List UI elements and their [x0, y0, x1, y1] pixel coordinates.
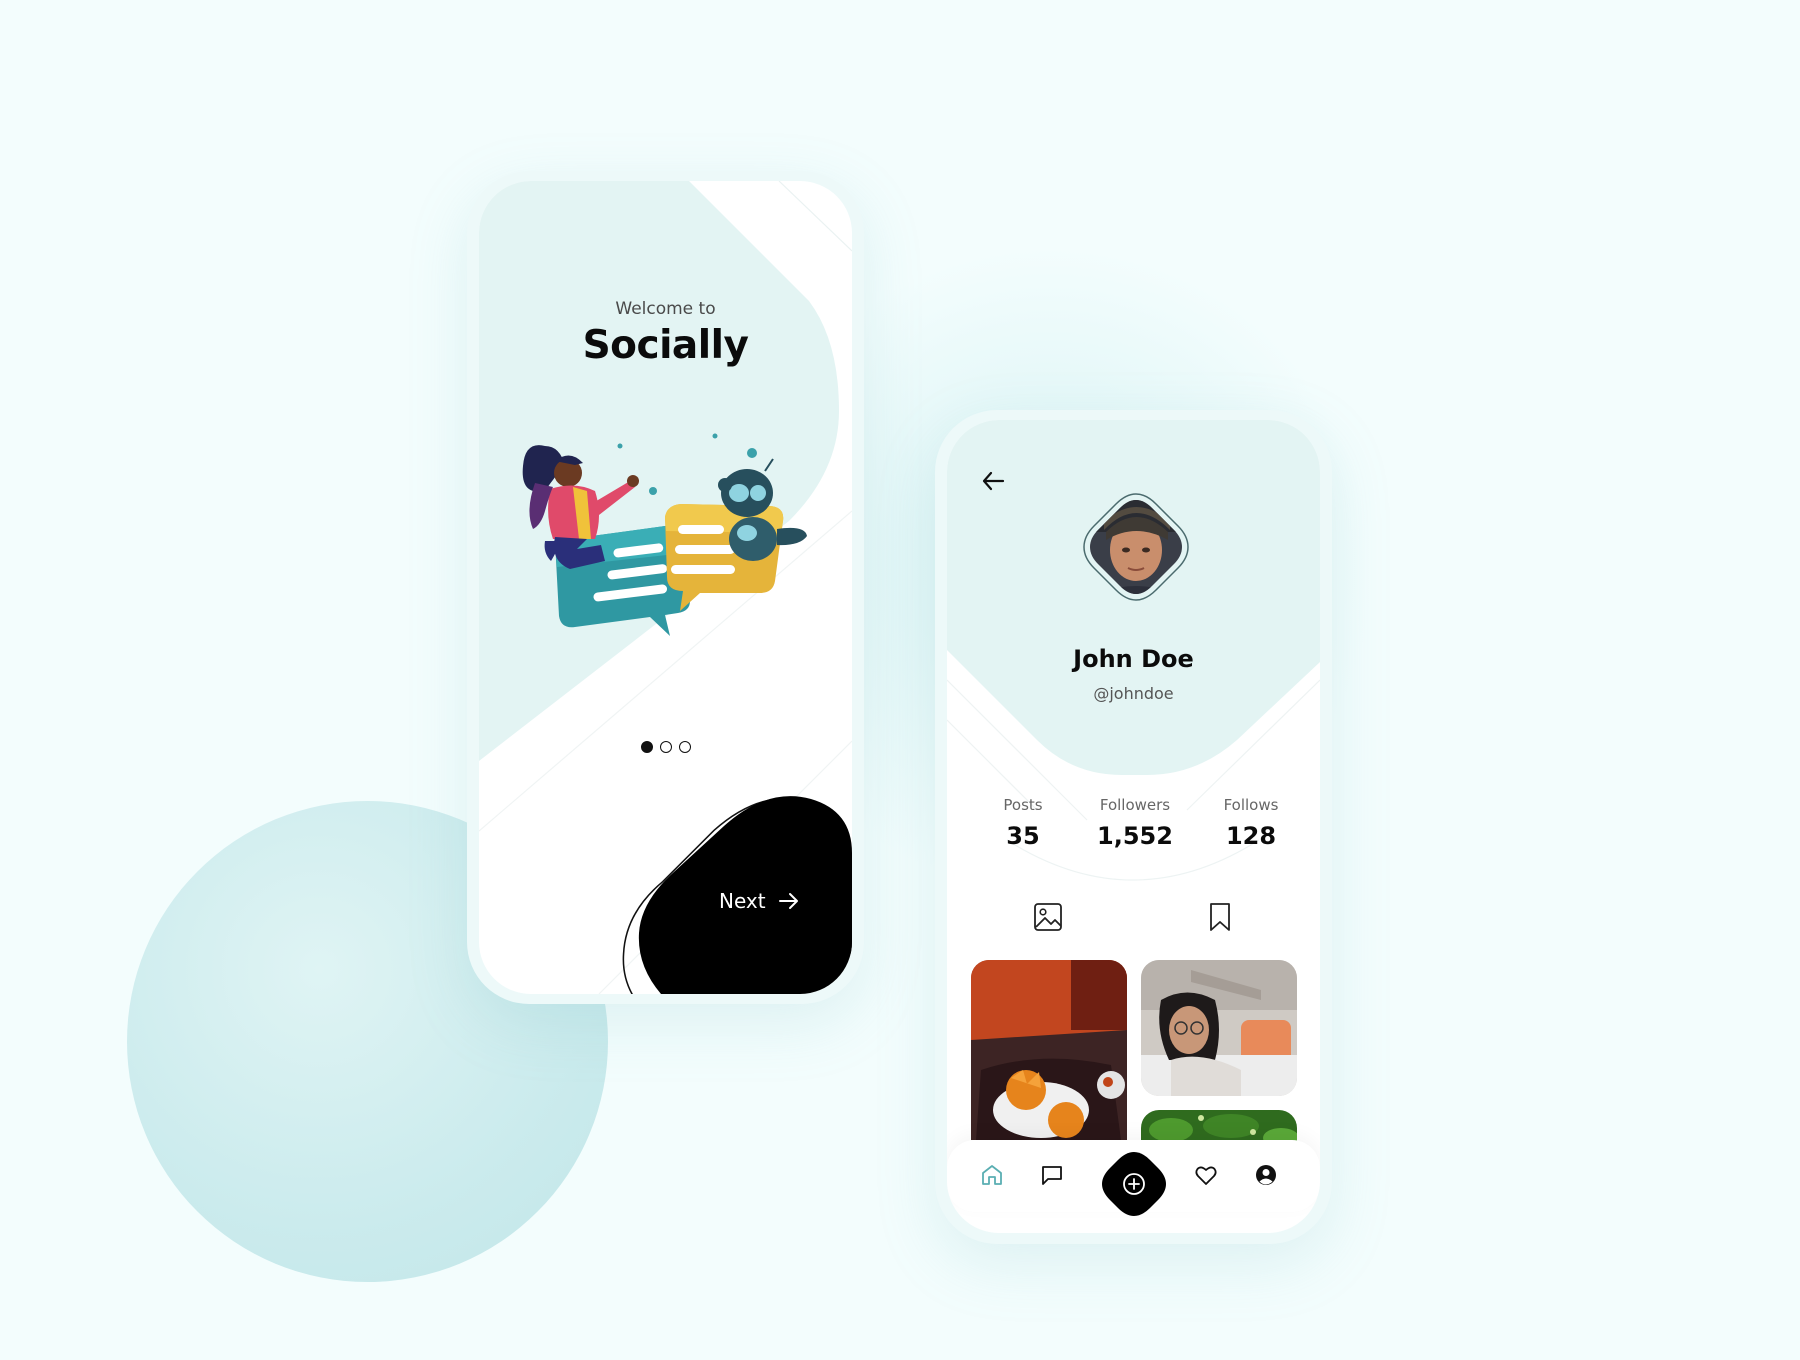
pager-dot-1[interactable] [640, 741, 653, 753]
pager-dot-3[interactable] [678, 741, 691, 753]
profile-phone: John Doe @johndoe Posts 35 Followers 1,5… [935, 410, 1332, 1244]
tab-saved[interactable] [1207, 902, 1233, 936]
profile-avatar[interactable] [1082, 492, 1190, 602]
next-button[interactable]: Next [719, 889, 800, 913]
profile-handle: @johndoe [1093, 684, 1174, 703]
arrow-left-icon [982, 471, 1005, 491]
stat-label: Followers [1099, 796, 1171, 814]
profile-stats: Posts 35 Followers 1,552 Follows 128 [947, 796, 1320, 866]
create-post-button[interactable] [1100, 1150, 1168, 1222]
add-circle-icon [1102, 1152, 1166, 1216]
profile-screen: John Doe @johndoe Posts 35 Followers 1,5… [947, 420, 1320, 1233]
nav-profile[interactable] [1254, 1163, 1278, 1191]
stat-value: 35 [1006, 822, 1040, 850]
heart-icon [1195, 1166, 1217, 1185]
stat-value: 128 [1225, 822, 1277, 850]
profile-name: John Doe [1073, 645, 1194, 673]
photo-food[interactable] [971, 960, 1127, 1140]
stat-value: 1,552 [1097, 822, 1173, 850]
tab-photos[interactable] [1033, 902, 1063, 936]
nav-messages[interactable] [1040, 1163, 1064, 1191]
onboarding-pager [479, 741, 852, 753]
arrow-right-icon [778, 893, 798, 909]
stat-label: Posts [1003, 796, 1043, 814]
image-icon [1034, 903, 1062, 931]
back-button[interactable] [981, 470, 1005, 496]
nav-home[interactable] [980, 1163, 1004, 1191]
pager-dot-2[interactable] [659, 741, 672, 753]
bookmark-icon [1210, 903, 1230, 931]
nav-likes[interactable] [1194, 1163, 1218, 1191]
stat-followers[interactable]: Followers 1,552 [1075, 796, 1195, 850]
chat-bubbles-illustration [522, 433, 807, 636]
user-icon [1256, 1165, 1276, 1185]
stat-label: Follows [1223, 796, 1279, 814]
app-title: Socially [582, 323, 749, 368]
welcome-subtitle: Welcome to [615, 299, 716, 319]
photo-girl[interactable] [1141, 960, 1297, 1096]
next-button-label: Next [719, 889, 766, 913]
stat-follows[interactable]: Follows 128 [1191, 796, 1311, 850]
stat-posts[interactable]: Posts 35 [963, 796, 1083, 850]
chat-icon [1042, 1166, 1062, 1185]
onboarding-phone: Welcome to Socially Next [467, 171, 864, 1004]
onboarding-screen: Welcome to Socially Next [479, 181, 852, 994]
home-icon [982, 1165, 1002, 1185]
